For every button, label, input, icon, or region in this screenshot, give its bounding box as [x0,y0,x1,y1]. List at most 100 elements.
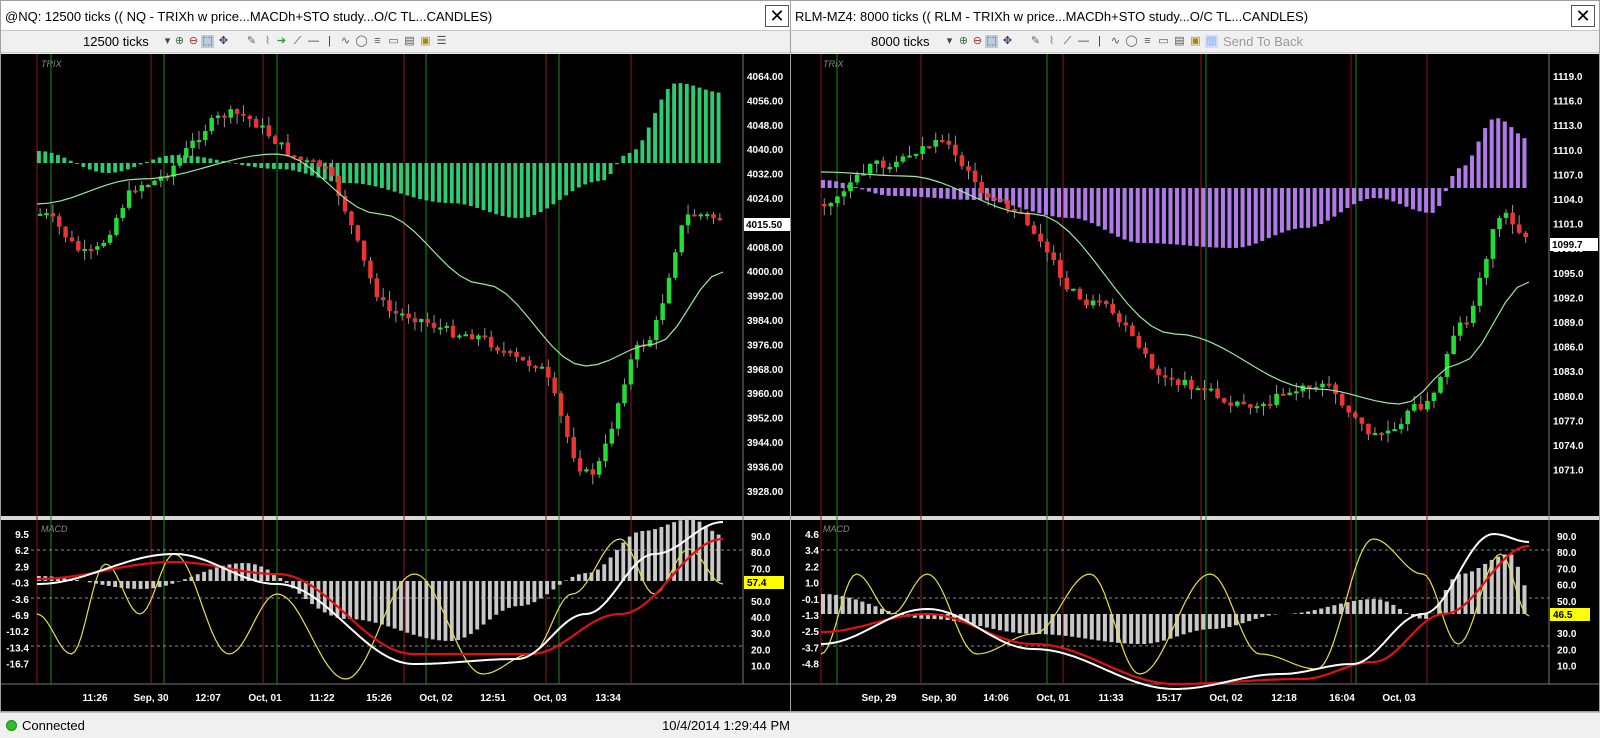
fibonacci-icon[interactable]: ≡ [371,35,384,48]
candle-body [887,167,893,170]
crosshair-icon[interactable]: ✥ [217,35,230,48]
trix-histogram-bar [1122,188,1127,240]
candle-body [1084,299,1089,306]
trix-histogram-bar [1293,188,1298,229]
rectangle-icon[interactable]: ▭ [1157,35,1170,48]
text-box-icon[interactable]: ▤ [1173,35,1186,48]
candle-body [1346,405,1352,413]
send-to-back-icon[interactable]: ▥ [1205,35,1218,48]
candle-body [1123,322,1129,326]
nq-chart-window[interactable]: @NQ: 12500 ticks (( NQ - TRIXh w price..… [0,0,794,712]
trix-histogram-bar [1102,188,1107,230]
trix-histogram-bar [424,163,429,201]
zoom-in-icon[interactable]: ⊕ [957,35,970,48]
horizontal-line-icon[interactable]: — [307,35,320,48]
trix-histogram-bar [246,163,251,167]
trix-histogram-bar [866,188,871,192]
rlm-chart-area[interactable]: TRIX MACD 1119.0 1116.0 1113.0 1110.0 1107.0… [791,54,1599,711]
macd-histogram-bar [1148,614,1153,644]
macd-histogram-bar [1207,614,1212,630]
text-box-icon[interactable]: ▤ [403,35,416,48]
macd-histogram-bar [297,581,302,594]
macd-histogram-bar [75,579,79,581]
wave-icon[interactable]: ∿ [339,35,352,48]
rlm-chart-svg[interactable]: TRIX MACD 1119.0 1116.0 1113.0 1110.0 1107.0… [791,54,1599,711]
macd-histogram-bar [335,581,340,618]
macd-histogram-bar [1253,614,1258,619]
macd-histogram-bar [991,614,996,629]
close-button[interactable]: ✕ [1571,5,1595,27]
ellipse-icon[interactable]: ◯ [355,35,368,48]
macd-histogram-bar [634,532,638,581]
fibonacci-icon[interactable]: ≡ [1141,35,1154,48]
horizontal-line-icon[interactable]: — [1077,35,1090,48]
candle-body [647,339,653,347]
candle-body [1425,400,1430,410]
ellipse-icon[interactable]: ◯ [1125,35,1138,48]
trix-histogram-bar [1496,118,1501,188]
cursor-icon[interactable]: ⬚ [985,35,998,48]
chart-toolbar: 8000 ticks ▾ ⊕ ⊖ ⬚ ✥ ✎ ⌇ ⟋ — | ∿ ◯ ≡ ▭ ▤… [791,31,1599,53]
close-button[interactable]: ✕ [765,5,789,27]
macd-histogram-bar [678,520,683,581]
macd-histogram-bar [834,594,839,614]
interval-selector[interactable]: 8000 ticks [871,34,930,49]
pencil-icon[interactable]: ✎ [1029,35,1042,48]
arrow-right-icon[interactable]: ➔ [275,35,288,48]
trix-histogram-bar [214,159,219,163]
wave-icon[interactable]: ∿ [1109,35,1122,48]
candle-body [622,384,627,404]
candle-body [998,198,1004,201]
trix-histogram-bar [1181,188,1186,246]
sto-axis-label: 20.0 [1557,645,1577,656]
candle-body [946,140,952,145]
cursor-icon[interactable]: ⬚ [201,35,214,48]
dropdown-arrow-icon[interactable]: ▾ [943,35,956,48]
nq-chart-area[interactable]: TRIX MACD 4064.00 4056.00 4048.00 4040.00 40… [1,54,793,711]
trix-histogram-bar [278,163,283,170]
trix-histogram-bar [1437,188,1442,206]
candle-body [615,403,621,429]
candle-body [469,334,475,340]
note-icon[interactable]: ▣ [1189,35,1202,48]
vertical-line-icon[interactable]: | [323,35,336,48]
crosshair-icon[interactable]: ✥ [1001,35,1014,48]
trix-histogram-bar [886,188,891,196]
candle-body [1064,277,1070,290]
brush-icon[interactable]: ⌇ [261,35,274,48]
vertical-line-icon[interactable]: | [1093,35,1106,48]
note-icon[interactable]: ▣ [419,35,432,48]
pencil-icon[interactable]: ✎ [245,35,258,48]
rlm-chart-window[interactable]: RLM-MZ4: 8000 ticks (( RLM - TRIXh w pri… [790,0,1600,712]
zoom-out-icon[interactable]: ⊖ [971,35,984,48]
window-title: RLM-MZ4: 8000 ticks (( RLM - TRIXh w pri… [795,9,1309,24]
trix-histogram-bar [1371,188,1376,199]
nq-chart-svg[interactable]: TRIX MACD 4064.00 4056.00 4048.00 4040.00 40… [1,54,793,711]
trendline-icon[interactable]: ⟋ [1061,35,1074,48]
time-axis-label: 15:26 [366,693,392,704]
send-to-back-button[interactable]: Send To Back [1223,34,1303,49]
brush-icon[interactable]: ⌇ [1045,35,1058,48]
candle-body [88,248,94,251]
title-bar[interactable]: RLM-MZ4: 8000 ticks (( RLM - TRIXh w pri… [791,1,1599,31]
interval-selector[interactable]: 12500 ticks [83,34,149,49]
zoom-in-icon[interactable]: ⊕ [173,35,186,48]
trix-histogram-bar [1391,188,1396,202]
candle-body [972,170,978,183]
sto-axis-label: 10.0 [1557,662,1577,673]
candle-body [894,161,899,168]
trix-histogram-bar [873,188,878,194]
price-axis-label: 4000.00 [747,267,784,278]
candle-body [1490,229,1496,259]
object-list-icon[interactable]: ☰ [435,35,448,48]
zoom-out-icon[interactable]: ⊖ [187,35,200,48]
rectangle-icon[interactable]: ▭ [387,35,400,48]
candle-body [488,336,494,348]
macd-histogram-bar [481,581,486,625]
trix-histogram-bar [1161,188,1166,244]
price-axis-label: 1080.0 [1553,392,1584,403]
trendline-icon[interactable]: ⟋ [291,35,304,48]
candle-body [959,155,965,167]
close-icon: ✕ [1575,6,1591,26]
title-bar[interactable]: @NQ: 12500 ticks (( NQ - TRIXh w price..… [1,1,793,31]
